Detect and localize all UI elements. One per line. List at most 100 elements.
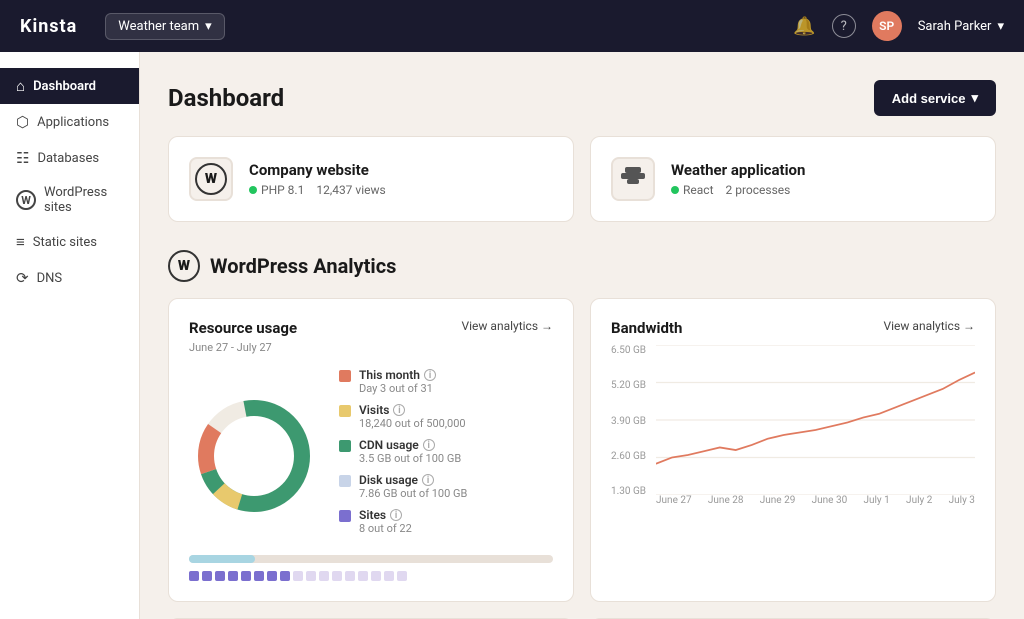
service-cards: W Company website PHP 8.1 12,437 views W… <box>168 136 996 222</box>
dashboard-icon: ⌂ <box>16 77 25 95</box>
service-card-weather-app[interactable]: Weather application React 2 processes <box>590 136 996 222</box>
resource-usage-date: June 27 - July 27 <box>189 341 553 354</box>
notification-icon[interactable]: 🔔 <box>793 16 815 37</box>
progress-dot <box>397 571 407 581</box>
add-service-chevron: ▾ <box>971 90 978 106</box>
analytics-grid: Resource usage View analytics → June 27 … <box>168 298 996 602</box>
team-name: Weather team <box>118 19 199 34</box>
bandwidth-chart-container: June 27 June 28 June 29 June 30 July 1 J… <box>656 345 975 515</box>
progress-dot <box>358 571 368 581</box>
resource-usage-view-analytics[interactable]: View analytics → <box>462 319 554 333</box>
info-icon-sites: i <box>390 509 402 521</box>
wordpress-icon: W <box>16 190 36 210</box>
company-status: PHP 8.1 <box>261 183 304 197</box>
bandwidth-x-axis: June 27 June 28 June 29 June 30 July 1 J… <box>656 495 975 506</box>
weather-app-icon <box>611 157 655 201</box>
progress-dot <box>293 571 303 581</box>
company-views: 12,437 views <box>316 183 385 197</box>
help-icon[interactable]: ? <box>832 14 856 38</box>
progress-dot <box>332 571 342 581</box>
team-chevron: ▾ <box>205 19 212 34</box>
resource-usage-title: Resource usage <box>189 319 297 337</box>
topnav-right: 🔔 ? SP Sarah Parker ▾ <box>793 11 1004 41</box>
user-menu[interactable]: Sarah Parker ▾ <box>918 19 1004 34</box>
wp-analytics-title: WordPress Analytics <box>210 254 396 278</box>
legend-label-disk: Disk usage i <box>359 473 467 487</box>
page-title: Dashboard <box>168 84 284 112</box>
logo: Kinsta <box>20 16 77 37</box>
progress-dots <box>189 571 553 581</box>
bandwidth-view-analytics[interactable]: View analytics → <box>884 319 976 333</box>
sidebar-item-wordpress[interactable]: W WordPress sites <box>0 176 139 224</box>
legend-sub-sites: 8 out of 22 <box>359 522 412 535</box>
service-card-company-website[interactable]: W Company website PHP 8.1 12,437 views <box>168 136 574 222</box>
dns-icon: ⟳ <box>16 269 29 287</box>
progress-dot <box>215 571 225 581</box>
legend-dot-cdn <box>339 440 351 452</box>
weather-status: React <box>683 183 714 197</box>
legend-disk-usage: Disk usage i 7.86 GB out of 100 GB <box>339 473 553 500</box>
add-service-button[interactable]: Add service ▾ <box>874 80 996 116</box>
user-name: Sarah Parker <box>918 19 992 34</box>
sidebar-item-static[interactable]: ≡ Static sites <box>0 224 139 260</box>
progress-dot <box>267 571 277 581</box>
bandwidth-card: Bandwidth View analytics → 6.50 GB 5.20 … <box>590 298 996 602</box>
sidebar-label-wordpress: WordPress sites <box>44 185 123 215</box>
bandwidth-y-axis: 6.50 GB 5.20 GB 3.90 GB 2.60 GB 1.30 GB <box>611 345 652 515</box>
resource-legend: This month i Day 3 out of 31 Visits <box>339 368 553 543</box>
static-icon: ≡ <box>16 233 25 251</box>
legend-label-sites: Sites i <box>359 508 412 522</box>
sidebar-item-databases[interactable]: ☷ Databases <box>0 140 139 176</box>
company-website-icon: W <box>189 157 233 201</box>
progress-dot <box>280 571 290 581</box>
progress-dot <box>371 571 381 581</box>
resource-usage-body: This month i Day 3 out of 31 Visits <box>189 368 553 543</box>
progress-dot <box>384 571 394 581</box>
progress-dot <box>345 571 355 581</box>
applications-icon: ⬡ <box>16 113 29 131</box>
sidebar-label-applications: Applications <box>37 115 109 130</box>
info-icon-visits: i <box>393 404 405 416</box>
legend-sub-disk: 7.86 GB out of 100 GB <box>359 487 467 500</box>
topnav: Kinsta Weather team ▾ 🔔 ? SP Sarah Parke… <box>0 0 1024 52</box>
legend-visits: Visits i 18,240 out of 500,000 <box>339 403 553 430</box>
wp-analytics-header: W WordPress Analytics <box>168 250 996 282</box>
page-header: Dashboard Add service ▾ <box>168 80 996 116</box>
legend-sub-this-month: Day 3 out of 31 <box>359 382 436 395</box>
resource-usage-card: Resource usage View analytics → June 27 … <box>168 298 574 602</box>
wp-analytics-icon: W <box>168 250 200 282</box>
sidebar-label-dns: DNS <box>37 271 63 286</box>
weather-app-info: Weather application React 2 processes <box>671 161 805 197</box>
legend-label-this-month: This month i <box>359 368 436 382</box>
sidebar-item-dns[interactable]: ⟳ DNS <box>0 260 139 296</box>
legend-dot-disk <box>339 475 351 487</box>
info-icon-cdn: i <box>423 439 435 451</box>
legend-sub-visits: 18,240 out of 500,000 <box>359 417 466 430</box>
sidebar-item-applications[interactable]: ⬡ Applications <box>0 104 139 140</box>
progress-bar <box>189 555 553 563</box>
company-website-meta: PHP 8.1 12,437 views <box>249 183 386 197</box>
progress-section <box>189 555 553 581</box>
bandwidth-svg <box>656 345 975 495</box>
team-selector[interactable]: Weather team ▾ <box>105 13 224 40</box>
company-website-info: Company website PHP 8.1 12,437 views <box>249 161 386 197</box>
legend-label-cdn: CDN usage i <box>359 438 461 452</box>
sidebar-label-static: Static sites <box>33 235 97 250</box>
legend-dot-visits <box>339 405 351 417</box>
progress-dot <box>241 571 251 581</box>
legend-sub-cdn: 3.5 GB out of 100 GB <box>359 452 461 465</box>
progress-bar-fill <box>189 555 255 563</box>
progress-dot <box>254 571 264 581</box>
add-service-label: Add service <box>892 91 966 106</box>
weather-app-meta: React 2 processes <box>671 183 805 197</box>
info-icon-this-month: i <box>424 369 436 381</box>
sidebar-item-dashboard[interactable]: ⌂ Dashboard <box>0 68 139 104</box>
bandwidth-header: Bandwidth View analytics → <box>611 319 975 337</box>
info-icon-disk: i <box>422 474 434 486</box>
company-status-dot <box>249 186 257 194</box>
bandwidth-chart-area: 6.50 GB 5.20 GB 3.90 GB 2.60 GB 1.30 GB <box>611 345 975 515</box>
legend-dot-this-month <box>339 370 351 382</box>
progress-dot <box>202 571 212 581</box>
legend-sites: Sites i 8 out of 22 <box>339 508 553 535</box>
weather-app-name: Weather application <box>671 161 805 179</box>
